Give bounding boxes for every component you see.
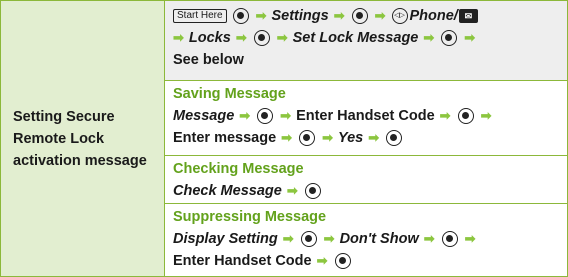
center-key-icon	[441, 231, 458, 247]
menu-path-line-1: Start Here ➡ Settings ➡ ➡ ◁▷ Phone/ ✉	[173, 5, 559, 27]
arrow-icon: ➡	[423, 30, 435, 45]
center-key-icon	[253, 30, 270, 46]
center-key-icon	[441, 30, 458, 46]
feature-label-line-1: Setting Secure	[13, 108, 115, 125]
arrow-icon: ➡	[423, 231, 435, 246]
saving-line-2: Enter message ➡ ➡ Yes ➡	[173, 127, 559, 149]
arrow-icon: ➡	[280, 108, 292, 123]
step-enter-handset-code: Enter Handset Code	[173, 253, 312, 269]
center-key-icon	[334, 253, 351, 269]
arrow-icon: ➡	[255, 8, 267, 23]
arrow-icon: ➡	[368, 130, 380, 145]
step-settings: Settings	[271, 8, 329, 24]
menu-path-line-3: See below	[173, 49, 559, 71]
mail-key-icon: ✉	[458, 9, 478, 23]
menu-path-row: Start Here ➡ Settings ➡ ➡ ◁▷ Phone/ ✉ ➡ …	[165, 1, 567, 81]
suppressing-line-2: Enter Handset Code ➡	[173, 250, 559, 272]
center-key-icon	[257, 108, 274, 124]
nav-key-icon: ◁▷	[391, 8, 408, 24]
step-enter-handset-code: Enter Handset Code	[296, 108, 435, 124]
checking-message-row: Checking Message Check Message ➡	[165, 156, 567, 204]
feature-label-line-3: activation message	[13, 152, 147, 169]
arrow-icon: ➡	[480, 108, 492, 123]
saving-message-row: Saving Message Message ➡ ➡ Enter Handset…	[165, 81, 567, 156]
suppressing-heading: Suppressing Message	[173, 209, 327, 225]
step-see-below: See below	[173, 52, 244, 68]
center-key-icon	[300, 231, 317, 247]
arrow-icon: ➡	[333, 8, 345, 23]
feature-label-cell: Setting Secure Remote Lock activation me…	[1, 1, 165, 276]
center-key-icon	[386, 130, 403, 146]
arrow-icon: ➡	[464, 231, 476, 246]
saving-heading: Saving Message	[173, 86, 286, 102]
arrow-icon: ➡	[282, 231, 294, 246]
arrow-icon: ➡	[281, 130, 293, 145]
step-enter-message: Enter message	[173, 130, 277, 146]
arrow-icon: ➡	[323, 231, 335, 246]
arrow-icon: ➡	[316, 253, 328, 268]
menu-path-line-2: ➡ Locks ➡ ➡ Set Lock Message ➡ ➡	[173, 27, 559, 49]
checking-heading: Checking Message	[173, 161, 304, 177]
arrow-icon: ➡	[239, 108, 251, 123]
step-yes: Yes	[337, 130, 364, 146]
step-locks: Locks	[188, 30, 231, 46]
instruction-table: Setting Secure Remote Lock activation me…	[0, 0, 568, 277]
arrow-icon: ➡	[276, 30, 288, 45]
steps-cell: Start Here ➡ Settings ➡ ➡ ◁▷ Phone/ ✉ ➡ …	[165, 1, 567, 276]
center-key-icon	[304, 183, 321, 199]
feature-label-line-2: Remote Lock	[13, 130, 105, 147]
center-key-icon	[232, 8, 249, 24]
saving-line-1: Message ➡ ➡ Enter Handset Code ➡ ➡	[173, 105, 559, 127]
feature-label: Setting Secure Remote Lock activation me…	[13, 106, 147, 172]
arrow-icon: ➡	[322, 130, 333, 145]
suppressing-message-row: Suppressing Message Display Setting ➡ ➡ …	[165, 204, 567, 276]
arrow-icon: ➡	[374, 8, 386, 23]
arrow-icon: ➡	[286, 183, 298, 198]
arrow-icon: ➡	[235, 30, 247, 45]
step-dont-show: Don't Show	[339, 231, 419, 247]
arrow-icon: ➡	[173, 30, 184, 45]
step-message: Message	[173, 108, 235, 124]
step-set-lock-message: Set Lock Message	[292, 30, 419, 46]
checking-line-1: Check Message ➡	[173, 180, 559, 202]
step-display-setting: Display Setting	[173, 231, 278, 247]
arrow-icon: ➡	[439, 108, 451, 123]
center-key-icon	[299, 130, 316, 146]
suppressing-line-1: Display Setting ➡ ➡ Don't Show ➡ ➡	[173, 228, 559, 250]
step-check-message: Check Message	[173, 183, 282, 199]
start-here-key: Start Here	[173, 9, 227, 23]
step-phone: Phone/	[409, 8, 458, 24]
center-key-icon	[351, 8, 368, 24]
arrow-icon: ➡	[464, 30, 476, 45]
center-key-icon	[457, 108, 474, 124]
